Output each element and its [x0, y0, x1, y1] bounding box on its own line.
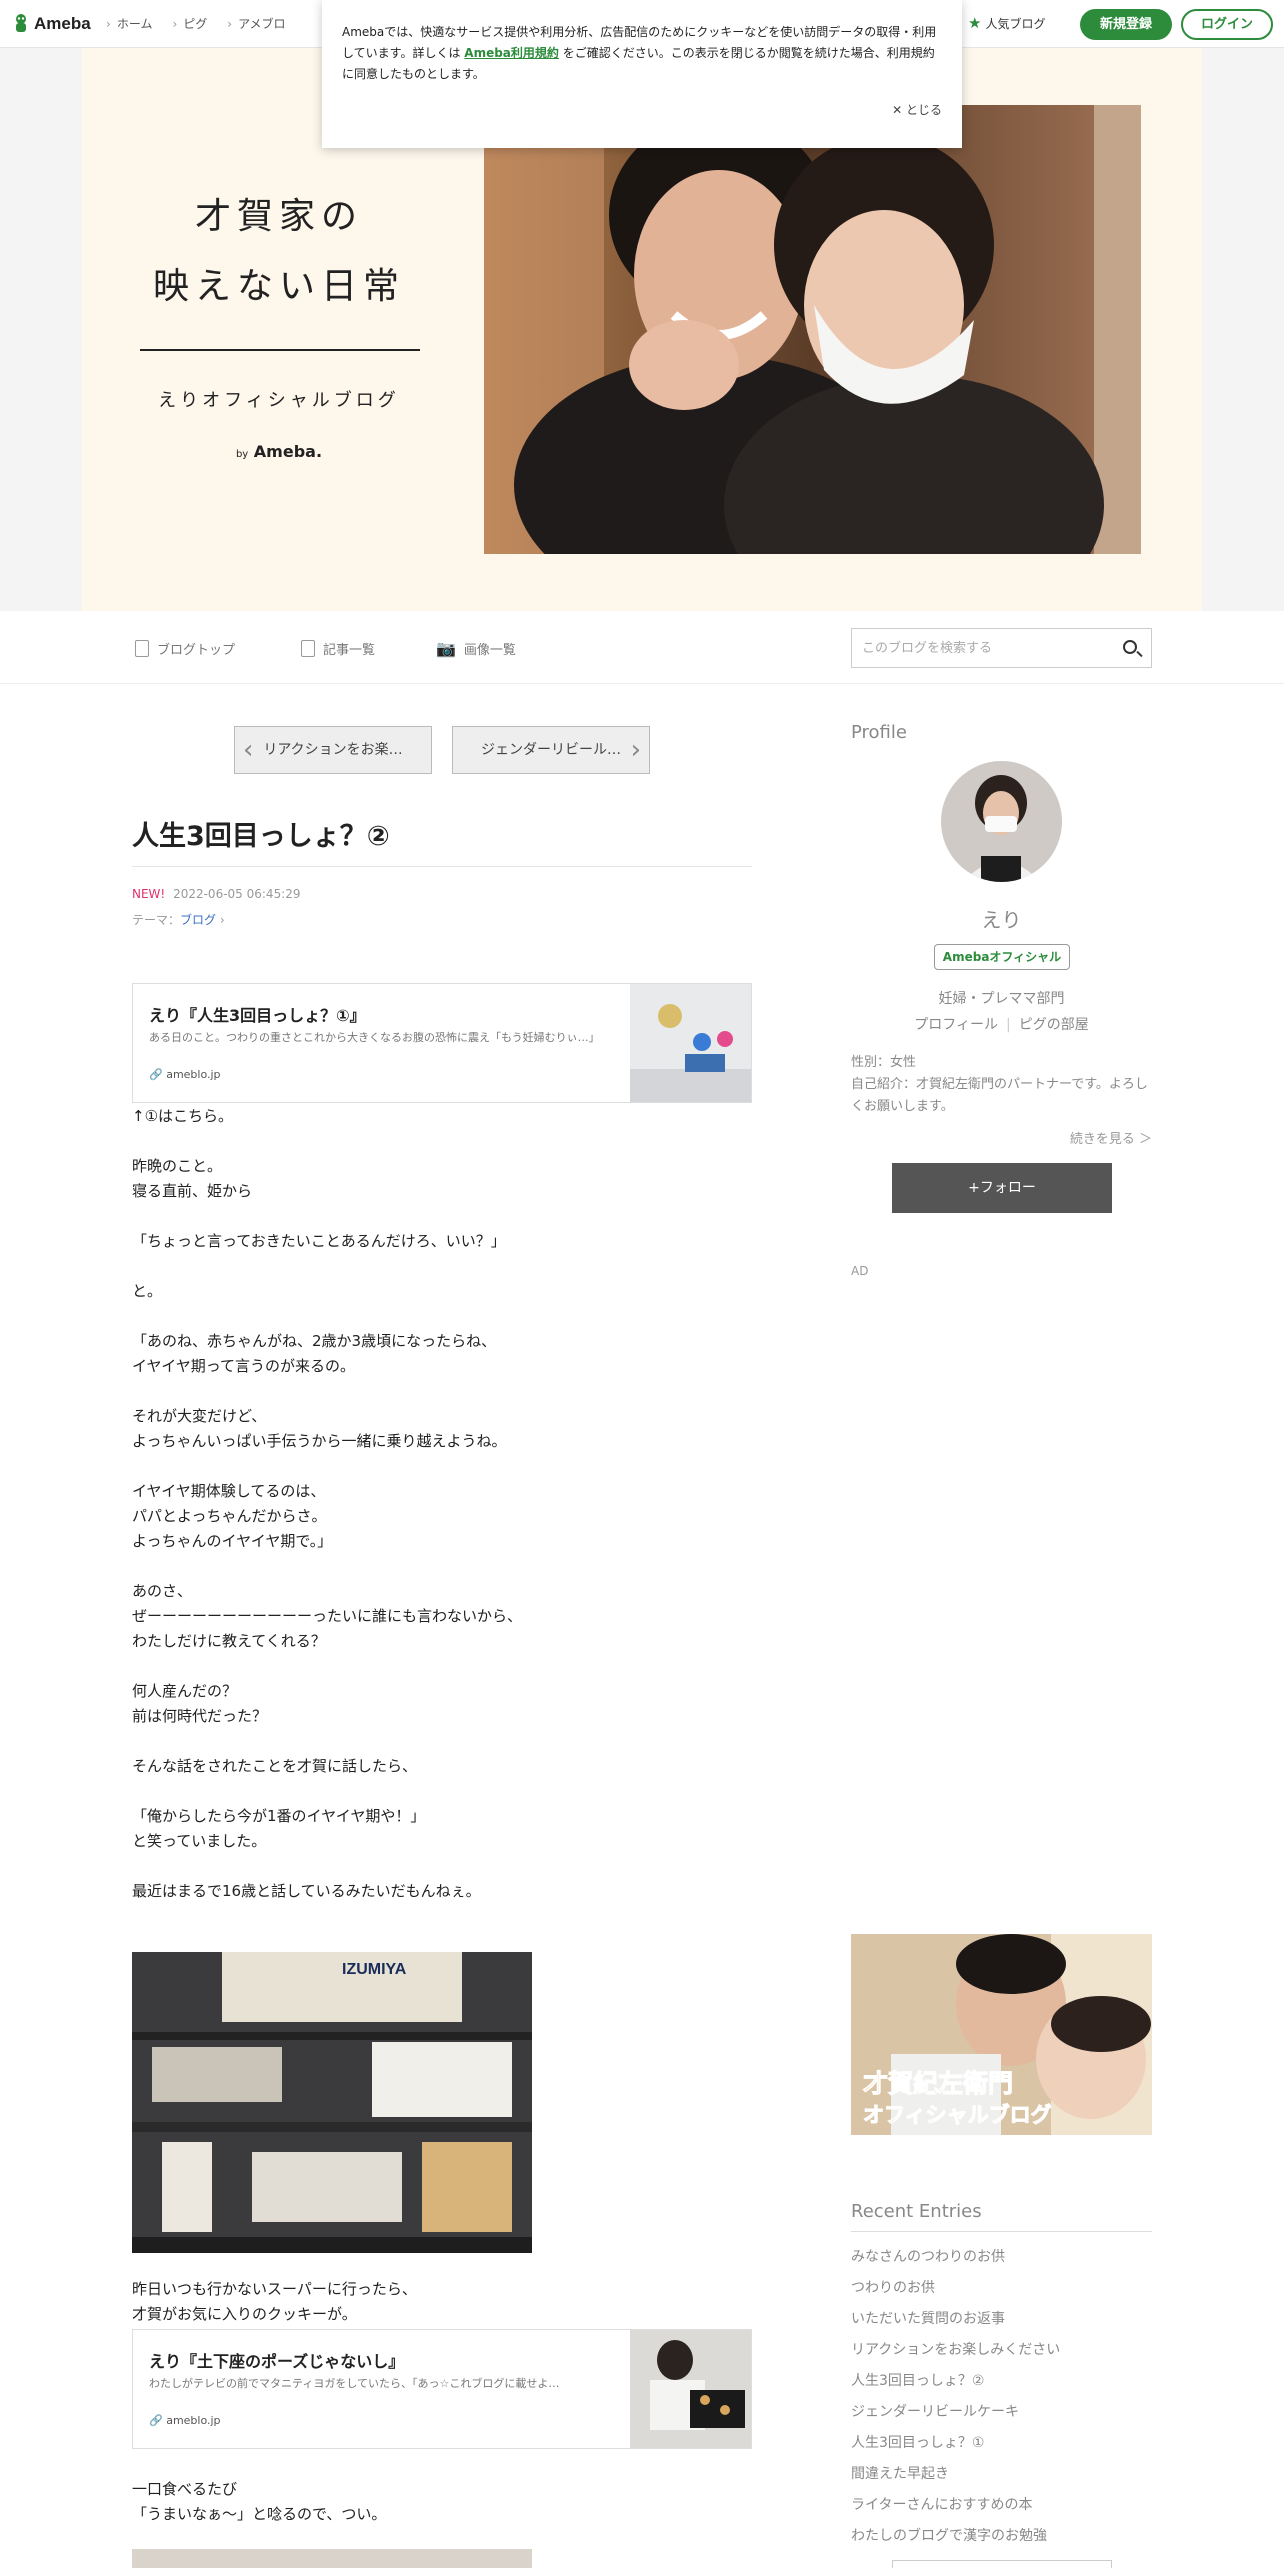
blog-top-link[interactable]: ブログトップ — [135, 639, 235, 658]
profile-intro: 自己紹介：才賀紀左衛門のパートナーです。よろしくお願いします。 — [851, 1077, 1148, 1114]
avatar[interactable] — [941, 761, 1062, 882]
recent-entry-link[interactable]: ライターさんにおすすめの本 — [851, 2490, 1152, 2521]
terms-link[interactable]: Ameba利用規約 — [464, 46, 559, 60]
card-source: 🔗 ameblo.jp — [149, 2414, 221, 2427]
star-icon: ★ — [968, 14, 982, 32]
new-badge: NEW! — [132, 887, 166, 901]
article-theme: テーマ：ブログ › — [132, 913, 225, 927]
next-entry-button[interactable]: ジェンダーリビール… › — [452, 726, 650, 774]
login-button[interactable]: ログイン — [1181, 9, 1273, 40]
copy-icon — [301, 640, 315, 657]
blog-search — [851, 628, 1152, 668]
camera-icon: 📷 — [436, 639, 456, 658]
signup-button[interactable]: 新規登録 — [1080, 9, 1172, 40]
card-description: わたしがテレビの前でマタニティヨガをしていたら、「あっ☆これブログに載せよ… — [149, 2377, 560, 2390]
chevron-right-icon: › — [630, 735, 641, 765]
card-title: えり『土下座のポーズじゃないし』 — [149, 2352, 405, 2371]
by-ameba-logo: by Ameba. — [235, 442, 323, 461]
pigg-room-link[interactable]: ピグの部屋 — [1019, 1017, 1089, 1033]
search-input[interactable] — [862, 629, 1112, 667]
popular-blogs-label: 人気ブログ — [985, 17, 1046, 31]
blog-subtitle: えりオフィシャルブログ — [158, 390, 400, 411]
recent-entries-divider — [851, 2231, 1152, 2232]
blog-title[interactable]: 才賀家の 映えない日常 — [138, 182, 420, 322]
card-thumbnail — [630, 2330, 751, 2448]
chevron-left-icon: ‹ — [243, 735, 254, 765]
profile-link[interactable]: プロフィール — [914, 1017, 998, 1033]
photo-sign-text: IZUMIYA — [342, 1961, 407, 1978]
recent-entry-link[interactable]: みなさんのつわりのお供 — [851, 2242, 1152, 2273]
search-icon[interactable] — [1123, 640, 1137, 654]
theme-link[interactable]: ブログ — [180, 913, 216, 927]
article-body-2: 昨日いつも行かないスーパーに行ったら、 才賀がお気に入りのクッキーが。 — [132, 2280, 417, 2323]
recent-entry-link[interactable]: いただいた質問のお返事 — [851, 2304, 1152, 2335]
banner-title: 才賀紀左衛門 — [863, 2069, 1013, 2098]
article-body-3: 一口食べるたび 「うまいなぁ〜」と唸るので、つい。 — [132, 2480, 387, 2523]
blog-nav: ブログトップ 記事一覧 📷 画像一覧 — [0, 611, 1284, 684]
nav-home[interactable]: ホーム — [106, 15, 153, 32]
blog-card-link-2[interactable]: えり『土下座のポーズじゃないし』 わたしがテレビの前でマタニティヨガをしていたら… — [132, 2329, 752, 2449]
link-icon: 🔗 — [149, 2414, 163, 2427]
document-icon — [135, 640, 149, 657]
profile-name[interactable]: えり — [851, 904, 1152, 933]
article-body-1: ↑①はこちら。 昨晩のこと。 寝る直前、姫から 「ちょっと言っておきたいことある… — [132, 1107, 523, 1900]
profile-category[interactable]: 妊婦・プレママ部門 — [851, 988, 1152, 1008]
nav-pigg[interactable]: ピグ — [172, 15, 207, 32]
recent-entry-link[interactable]: ジェンダーリビールケーキ — [851, 2397, 1152, 2428]
official-blog-banner[interactable]: 才賀紀左衛門 オフィシャルブログ — [851, 1934, 1152, 2135]
article-title[interactable]: 人生3回目っしょ？② — [132, 814, 390, 853]
recent-entry-link[interactable]: つわりのお供 — [851, 2273, 1152, 2304]
cookie-notice: Amebaでは、快適なサービス提供や利用分析、広告配信のためにクッキーなどを使い… — [322, 0, 962, 148]
recent-entry-link[interactable]: 人生3回目っしょ？① — [851, 2428, 1152, 2459]
card-source: 🔗 ameblo.jp — [149, 1068, 221, 1081]
recent-entries-heading: Recent Entries — [851, 2201, 982, 2222]
header-photo — [484, 105, 1141, 554]
recent-entry-link[interactable]: わたしのブログで漢字のお勉強 — [851, 2521, 1152, 2552]
ad-label: AD — [851, 1264, 869, 1278]
entry-list-link[interactable]: 記事一覧 — [301, 639, 375, 658]
banner-subtitle: オフィシャルブログ — [863, 2103, 1052, 2127]
couple-photo — [484, 105, 1141, 554]
image-list-link[interactable]: 📷 画像一覧 — [436, 639, 516, 658]
profile-info: 性別：女性 自己紹介：才賀紀左衛門のパートナーです。よろしくお願いします。 — [851, 1052, 1152, 1118]
ameba-mascot-icon — [16, 14, 26, 32]
read-more-link[interactable]: 続きを見る ＞ — [851, 1128, 1152, 1147]
link-icon: 🔗 — [149, 1068, 163, 1081]
article-photo-2 — [132, 2549, 532, 2568]
more-entries-button[interactable] — [892, 2560, 1112, 2568]
profile-heading: Profile — [851, 722, 907, 743]
prev-entry-button[interactable]: ‹ リアクションをお楽… — [234, 726, 432, 774]
nav-ameblo[interactable]: アメブロ — [227, 15, 285, 32]
recent-entries-list: みなさんのつわりのお供 つわりのお供 いただいた質問のお返事 リアクションをお楽… — [851, 2242, 1152, 2552]
card-description: ある日のこと。つわりの重さとこれから大きくなるお腹の恐怖に震え「もう妊婦むりぃ…… — [149, 1031, 600, 1044]
recent-entry-link[interactable]: 人生3回目っしょ？② — [851, 2366, 1152, 2397]
ameba-logo-text: Ameba — [34, 14, 91, 33]
official-badge: Amebaオフィシャル — [934, 944, 1070, 970]
chevron-right-icon: › — [216, 913, 225, 927]
title-divider — [132, 866, 752, 867]
profile-links: プロフィール | ピグの部屋 — [914, 1017, 1089, 1033]
article-meta: NEW! 2022-06-05 06:45:29 — [132, 887, 301, 901]
article-date: 2022-06-05 06:45:29 — [173, 887, 301, 901]
recent-entry-link[interactable]: 間違えた早起き — [851, 2459, 1152, 2490]
card-title: えり『人生3回目っしょ？①』 — [149, 1006, 366, 1025]
blog-card-link[interactable]: えり『人生3回目っしょ？①』 ある日のこと。つわりの重さとこれから大きくなるお腹… — [132, 983, 752, 1103]
cookie-close-button[interactable]: ✕ とじる — [892, 100, 942, 121]
article-photo-cookies: IZUMIYA — [132, 1952, 532, 2253]
recent-entry-link[interactable]: リアクションをお楽しみください — [851, 2335, 1152, 2366]
title-divider — [140, 349, 420, 351]
card-thumbnail — [630, 984, 751, 1102]
close-icon: ✕ — [892, 103, 903, 117]
profile-gender: 性別：女性 — [851, 1055, 917, 1070]
global-nav: ホーム ピグ アメブロ — [106, 15, 286, 32]
follow-button[interactable]: +フォロー — [892, 1163, 1112, 1213]
popular-blogs-link[interactable]: ★ 人気ブログ — [968, 15, 1045, 32]
ameba-logo[interactable]: Ameba — [12, 13, 91, 35]
